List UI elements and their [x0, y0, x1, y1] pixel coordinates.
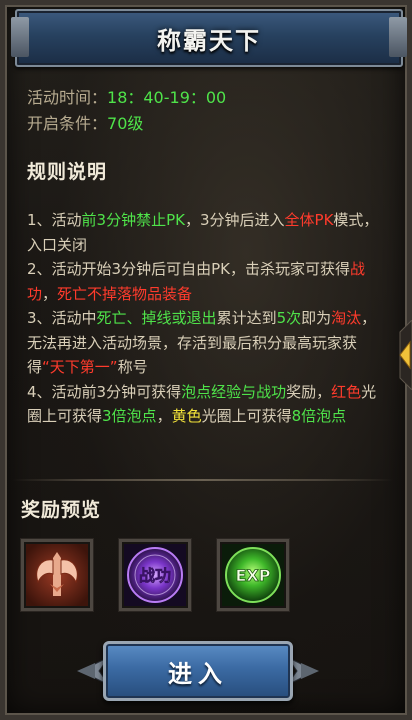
- rule-text: 2、活动开始3分钟后可自由PK，击杀玩家可获得: [27, 260, 350, 278]
- rule-text: 光圈上可获得: [201, 407, 292, 425]
- page-title: 称霸天下: [157, 26, 261, 55]
- rule-text: ，: [156, 407, 172, 425]
- reward-slot-axe[interactable]: [21, 539, 93, 611]
- rule-highlight: 前3分钟禁止PK: [81, 211, 185, 229]
- title-banner: 称霸天下: [11, 9, 407, 67]
- event-info: 活动时间：18：40-19：00 开启条件：70级: [27, 85, 226, 137]
- rule-highlight: 泡点经验与战功: [181, 382, 287, 401]
- reward-slot-merit[interactable]: 战功: [119, 539, 191, 611]
- time-row: 活动时间：18：40-19：00: [27, 85, 226, 111]
- rule-text: 即为: [301, 309, 332, 327]
- rule-highlight: 黄色: [171, 407, 202, 425]
- rule-highlight: 死亡、掉线或退出: [96, 309, 217, 327]
- collapse-arrow-icon[interactable]: [394, 320, 412, 390]
- rule-highlight: 红色: [331, 382, 362, 401]
- condition-label: 开启条件：: [27, 114, 108, 133]
- exp-orb-label: EXP: [236, 566, 271, 585]
- time-label: 活动时间：: [27, 88, 108, 107]
- time-value: 18：40-19：00: [107, 88, 227, 107]
- rule-highlight: 全体PK: [284, 211, 334, 229]
- condition-row: 开启条件：70级: [27, 111, 226, 137]
- rule-1: 1、活动前3分钟禁止PK，3分钟后进入全体PK模式，入口关闭: [27, 208, 387, 257]
- axe-emblem-icon: [26, 544, 88, 606]
- rule-2: 2、活动开始3分钟后可自由PK，击杀玩家可获得战功，死亡不掉落物品装备: [27, 257, 387, 306]
- rules-title: 规则说明: [27, 161, 108, 183]
- rule-text: ，3分钟后进入: [184, 211, 285, 229]
- rule-highlight: 8倍泡点: [291, 407, 347, 425]
- section-divider: [13, 479, 393, 481]
- reward-slot-exp[interactable]: EXP: [217, 539, 289, 611]
- event-panel: 称霸天下 活动时间：18：40-19：00 开启条件：70级 规则说明 1、活动…: [0, 0, 412, 720]
- rule-highlight: 死亡不掉落物品装备: [57, 284, 193, 303]
- exp-orb-icon: EXP: [222, 544, 284, 606]
- rule-text: ，: [42, 284, 58, 303]
- rule-highlight: 3倍泡点: [102, 407, 157, 425]
- rule-text: 奖励，: [286, 382, 332, 401]
- rule-4: 4、活动前3分钟可获得泡点经验与战功奖励，红色光圈上可获得3倍泡点，黄色光圈上可…: [27, 380, 387, 429]
- enter-button-label: 进入: [168, 659, 228, 688]
- rule-text: 称号: [117, 358, 148, 376]
- merit-orb-label: 战功: [139, 566, 171, 585]
- rule-text: 4、活动前3分钟可获得: [27, 382, 182, 401]
- enter-button[interactable]: 进入: [103, 641, 293, 701]
- rule-highlight: 5次: [276, 309, 302, 327]
- rule-highlight: 淘汰: [331, 309, 362, 327]
- reward-title: 奖励预览: [21, 499, 102, 521]
- rules-text: 1、活动前3分钟禁止PK，3分钟后进入全体PK模式，入口关闭 2、活动开始3分钟…: [27, 208, 387, 429]
- rule-text: 累计达到: [216, 309, 277, 327]
- merit-orb-icon: 战功: [124, 544, 186, 606]
- rule-text: 1、活动: [27, 211, 82, 229]
- condition-value: 70级: [107, 114, 144, 133]
- rule-highlight: “天下第一”: [42, 358, 118, 376]
- rule-text: 3、活动中: [27, 309, 97, 327]
- rule-3: 3、活动中死亡、掉线或退出累计达到5次即为淘汰，无法再进入活动场景，存活到最后积…: [27, 306, 387, 380]
